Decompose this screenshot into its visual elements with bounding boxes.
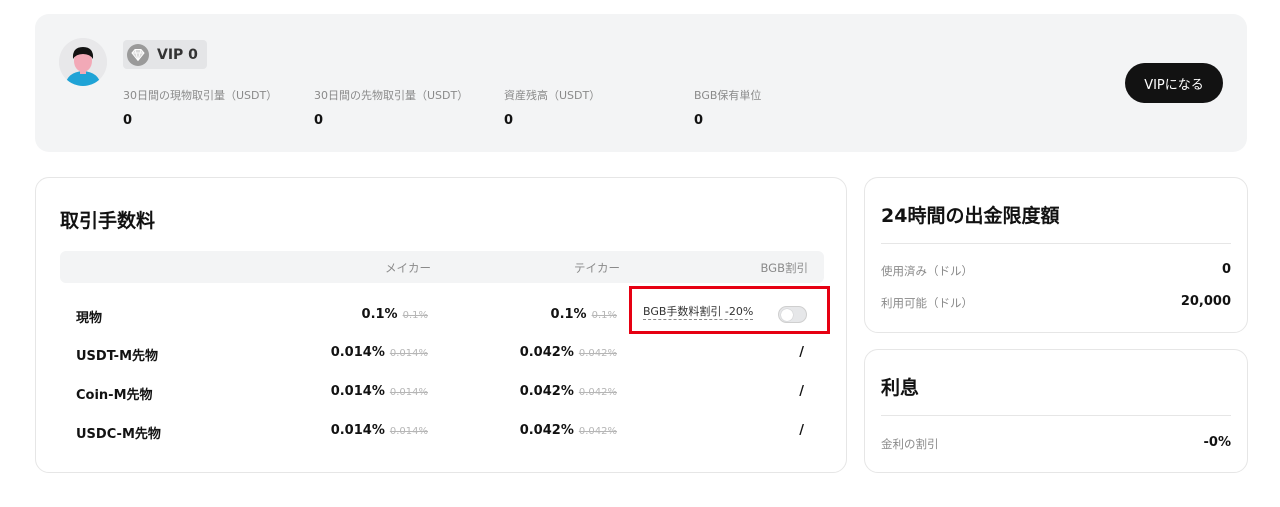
user-avatar-icon xyxy=(59,38,107,86)
vip-status-card: VIP 0 30日間の現物取引量（USDT） 0 30日間の先物取引量（USDT… xyxy=(35,14,1247,152)
stat-bgb-holdings: BGB保有単位 0 xyxy=(694,87,761,128)
header-maker: メイカー xyxy=(385,261,431,275)
vip-level-label: VIP 0 xyxy=(157,46,198,63)
taker-fee: 0.042% 0.042% xyxy=(520,345,617,360)
divider xyxy=(881,415,1231,416)
stat-value: 0 xyxy=(504,113,514,128)
stat-asset-balance: 資産残高（USDT） 0 xyxy=(504,87,600,128)
market-name: USDT-M先物 xyxy=(76,349,158,364)
table-row: Coin-M先物 0.014% 0.014% 0.042% 0.042% / xyxy=(36,380,846,404)
taker-fee-current: 0.042% xyxy=(519,423,574,438)
withdrawal-card-title: 24時間の出金限度額 xyxy=(881,205,1060,227)
fee-table-header: メイカー テイカー BGB割引 xyxy=(60,251,824,283)
stat-futures-volume: 30日間の先物取引量（USDT） 0 xyxy=(314,87,468,128)
maker-fee-original: 0.014% xyxy=(389,387,428,398)
stat-value: 0 xyxy=(314,113,324,128)
stat-value: 0 xyxy=(123,113,133,128)
interest-rate-row: 金利の割引 -0% xyxy=(881,434,1231,452)
taker-fee-current: 0.042% xyxy=(519,345,574,360)
maker-fee: 0.1% 0.1% xyxy=(362,307,428,322)
stat-value: 0 xyxy=(694,113,704,128)
table-row: USDT-M先物 0.014% 0.014% 0.042% 0.042% / xyxy=(36,341,846,365)
stat-label: BGB保有単位 xyxy=(694,89,762,102)
header-bgb-discount: BGB割引 xyxy=(760,261,809,275)
vip-diamond-icon xyxy=(127,43,149,66)
maker-fee-original: 0.014% xyxy=(389,348,428,359)
taker-fee-current: 0.1% xyxy=(550,307,587,322)
taker-fee-current: 0.042% xyxy=(519,384,574,399)
taker-fee: 0.042% 0.042% xyxy=(520,384,617,399)
toggle-knob xyxy=(781,308,793,321)
avatar xyxy=(59,38,107,86)
taker-fee-original: 0.042% xyxy=(578,387,617,398)
market-name: 現物 xyxy=(76,311,103,326)
bgb-discount-na: / xyxy=(799,384,804,399)
stat-label: 30日間の現物取引量（USDT） xyxy=(123,89,278,102)
bgb-discount-na: / xyxy=(799,345,804,360)
withdrawal-available-row: 利用可能（ドル） 20,000 xyxy=(881,293,1231,311)
maker-fee-original: 0.1% xyxy=(402,310,428,321)
table-row: USDC-M先物 0.014% 0.014% 0.042% 0.042% / xyxy=(36,419,846,443)
stat-label: 30日間の先物取引量（USDT） xyxy=(314,89,469,102)
maker-fee-original: 0.014% xyxy=(389,426,428,437)
available-value: 20,000 xyxy=(1180,294,1231,309)
maker-fee-current: 0.1% xyxy=(361,307,398,322)
maker-fee: 0.014% 0.014% xyxy=(331,384,428,399)
taker-fee: 0.042% 0.042% xyxy=(520,423,617,438)
trading-fee-card: 取引手数料 メイカー テイカー BGB割引 現物 0.1% 0.1% 0.1% … xyxy=(35,177,847,473)
rate-discount-value: -0% xyxy=(1203,435,1231,450)
divider xyxy=(881,243,1231,244)
header-taker: テイカー xyxy=(574,261,620,275)
rate-discount-label: 金利の割引 xyxy=(881,437,939,451)
taker-fee: 0.1% 0.1% xyxy=(551,307,617,322)
market-name: Coin-M先物 xyxy=(76,388,153,403)
fee-card-title: 取引手数料 xyxy=(60,210,156,232)
become-vip-button[interactable]: VIPになる xyxy=(1125,63,1223,103)
vip-level-badge: VIP 0 xyxy=(123,40,207,69)
interest-card-title: 利息 xyxy=(881,377,920,399)
stat-label: 資産残高（USDT） xyxy=(504,89,601,102)
market-name: USDC-M先物 xyxy=(76,427,161,442)
maker-fee: 0.014% 0.014% xyxy=(331,345,428,360)
bgb-discount-highlight: BGB手数料割引 -20% xyxy=(629,286,830,334)
taker-fee-original: 0.042% xyxy=(578,426,617,437)
stat-spot-volume: 30日間の現物取引量（USDT） 0 xyxy=(123,87,277,128)
taker-fee-original: 0.042% xyxy=(578,348,617,359)
taker-fee-original: 0.1% xyxy=(591,310,617,321)
maker-fee-current: 0.014% xyxy=(330,384,385,399)
used-value: 0 xyxy=(1221,262,1231,277)
bgb-discount-na: / xyxy=(799,423,804,438)
interest-card: 利息 金利の割引 -0% xyxy=(864,349,1248,473)
bgb-discount-label[interactable]: BGB手数料割引 -20% xyxy=(643,305,754,320)
withdrawal-used-row: 使用済み（ドル） 0 xyxy=(881,261,1231,279)
withdrawal-limit-card: 24時間の出金限度額 使用済み（ドル） 0 利用可能（ドル） 20,000 xyxy=(864,177,1248,333)
maker-fee-current: 0.014% xyxy=(330,345,385,360)
used-label: 使用済み（ドル） xyxy=(881,264,973,278)
available-label: 利用可能（ドル） xyxy=(881,296,973,310)
maker-fee: 0.014% 0.014% xyxy=(331,423,428,438)
maker-fee-current: 0.014% xyxy=(330,423,385,438)
bgb-discount-toggle[interactable] xyxy=(778,306,807,323)
